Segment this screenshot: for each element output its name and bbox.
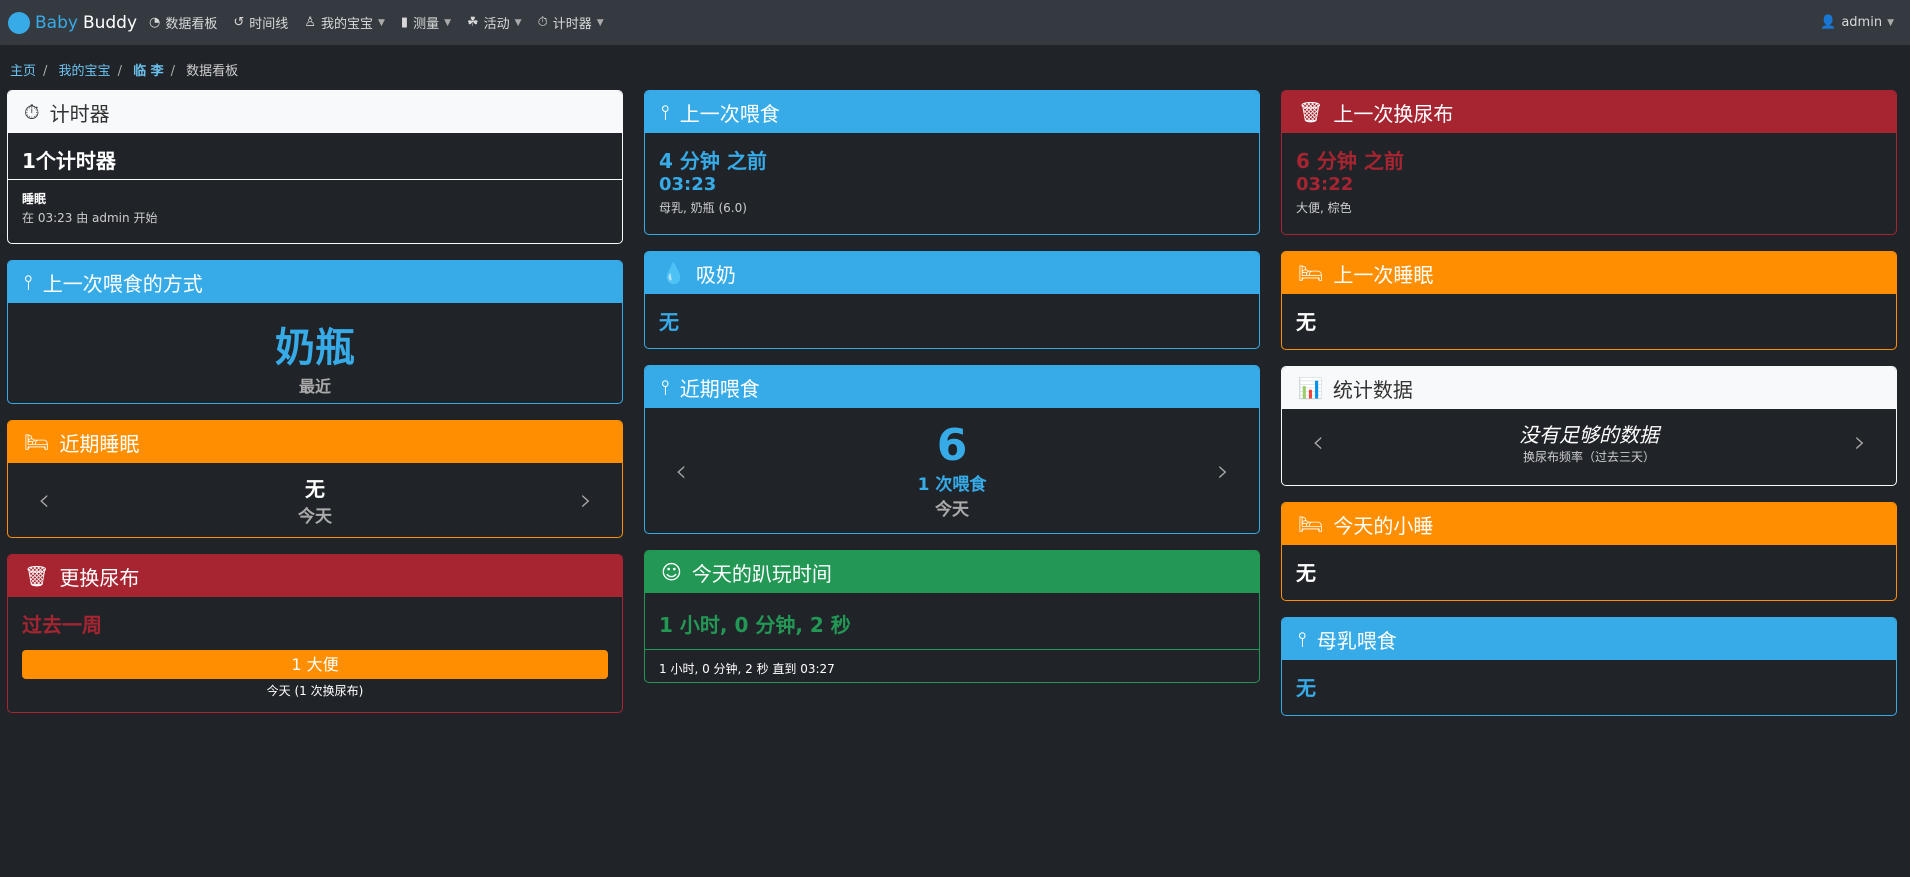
spoon-icon: ⫯	[661, 100, 670, 124]
card-today-naps: 🛏 今天的小睡 无	[1281, 502, 1897, 601]
timer-item[interactable]: 睡眠在 03:23 由 admin 开始	[8, 179, 622, 236]
next-arrow-icon[interactable]: ›	[1854, 425, 1866, 460]
prev-arrow-icon[interactable]: ‹	[38, 483, 50, 518]
caret-down-icon: ▼	[596, 17, 604, 28]
caret-down-icon: ▼	[444, 17, 451, 28]
card-header[interactable]: ⏱ 计时器	[8, 91, 622, 133]
card-recent-feedings: ⫯ 近期喂食 ‹ 6 1 次喂食 今天 ›	[644, 365, 1260, 534]
card-header[interactable]: 🛏 今天的小睡	[1282, 503, 1896, 545]
card-header[interactable]: 🛏 近期睡眠	[8, 421, 622, 463]
trash-icon: 🗑	[24, 564, 50, 588]
activities-icon: ☘	[467, 15, 479, 30]
timer-icon: ⏱	[537, 15, 548, 30]
bed-icon: 🛏	[24, 430, 50, 454]
droplet-icon: 💧	[661, 261, 686, 285]
card-header[interactable]: 🛏 上一次睡眠	[1282, 252, 1896, 294]
card-header[interactable]: ☺ 今天的趴玩时间	[645, 551, 1259, 593]
user-menu[interactable]: 👤 admin ▼	[1820, 15, 1894, 30]
caret-down-icon: ▼	[1887, 17, 1894, 28]
brand-link[interactable]: Baby Buddy	[8, 11, 137, 34]
spoon-icon: ⫯	[661, 375, 670, 399]
card-header[interactable]: ⫯ 近期喂食	[645, 366, 1259, 408]
next-arrow-icon[interactable]: ›	[580, 483, 592, 518]
clipboard-icon: ▮	[400, 15, 409, 30]
caret-down-icon: ▼	[514, 17, 522, 28]
navbar: Baby Buddy ◔ 数据看板 ↺ 时间线 ♙ 我的宝宝 ▼ ▮ 测量 ▼ ☘ 活动 ▼ ⏱ 计…	[0, 0, 1910, 45]
card-last-sleep: 🛏 上一次睡眠 无	[1281, 251, 1897, 350]
card-diaper-changes: 🗑 更换尿布 过去一周 1 大便 今天 (1 次换尿布)	[7, 554, 623, 713]
card-header[interactable]: 💧 吸奶	[645, 252, 1259, 294]
nav-measurements[interactable]: ▮ 测量 ▼	[401, 13, 451, 32]
dashboard-icon: ◔	[149, 15, 161, 30]
prev-arrow-icon[interactable]: ‹	[1312, 425, 1324, 460]
prev-arrow-icon[interactable]: ‹	[675, 454, 687, 489]
card-header[interactable]: ⫯ 上一次喂食的方式	[8, 261, 622, 303]
card-recent-sleep: 🛏 近期睡眠 ‹ 无今天 ›	[7, 420, 623, 538]
card-tummy-time: ☺ 今天的趴玩时间 1 小时, 0 分钟, 2 秒 1 小时, 0 分钟, 2 秒…	[644, 550, 1260, 683]
next-arrow-icon[interactable]: ›	[1217, 454, 1229, 489]
card-header[interactable]: ⫯ 母乳喂食	[1282, 618, 1896, 660]
card-header[interactable]: 🗑 上一次换尿布	[1282, 91, 1896, 133]
breadcrumb: 主页 / 我的宝宝 / 临 李 / 数据看板	[10, 64, 239, 79]
breadcrumb-current: 数据看板	[186, 64, 239, 79]
bar-chart-icon: 📊	[1298, 376, 1323, 400]
breadcrumb-home[interactable]: 主页	[10, 64, 36, 79]
card-header[interactable]: 🗑 更换尿布	[8, 555, 622, 597]
card-header[interactable]: ⫯ 上一次喂食	[645, 91, 1259, 133]
nav-timers[interactable]: ⏱ 计时器 ▼	[538, 13, 604, 32]
nav-activities[interactable]: ☘ 活动 ▼	[467, 13, 522, 32]
card-pumping: 💧 吸奶 无	[644, 251, 1260, 349]
card-timers: ⏱ 计时器 1个计时器 睡眠在 03:23 由 admin 开始	[7, 90, 623, 244]
nav-children[interactable]: ♙ 我的宝宝 ▼	[304, 13, 385, 32]
user-icon: 👤	[1820, 15, 1837, 30]
nav-timeline[interactable]: ↺ 时间线	[233, 13, 288, 32]
nav-dashboard[interactable]: ◔ 数据看板	[149, 13, 217, 32]
diaper-progress-bar: 1 大便	[22, 650, 608, 679]
card-last-feeding: ⫯ 上一次喂食 4 分钟 之前 03:23 母乳, 奶瓶 (6.0)	[644, 90, 1260, 235]
caret-down-icon: ▼	[377, 17, 385, 28]
card-last-diaper-change: 🗑 上一次换尿布 6 分钟 之前 03:22 大便, 棕色	[1281, 90, 1897, 235]
timer-icon: ⏱	[24, 100, 40, 124]
trash-icon: 🗑	[1298, 100, 1324, 124]
breadcrumb-child[interactable]: 临 李	[133, 64, 164, 79]
spoon-icon: ⫯	[24, 270, 33, 294]
card-breastfeeding: ⫯ 母乳喂食 无	[1281, 617, 1897, 716]
card-header[interactable]: 📊 统计数据	[1282, 367, 1896, 409]
history-icon: ↺	[233, 15, 245, 30]
spoon-icon: ⫯	[1298, 627, 1307, 651]
card-statistics: 📊 统计数据 ‹ 没有足够的数据 换尿布频率（过去三天） ›	[1281, 366, 1897, 486]
baby-logo-icon	[8, 11, 30, 34]
card-last-feeding-method: ⫯ 上一次喂食的方式 奶瓶 最近	[7, 260, 623, 404]
baby-icon: ♙	[304, 15, 316, 30]
breadcrumb-children[interactable]: 我的宝宝	[59, 64, 111, 79]
smile-icon: ☺	[661, 560, 682, 584]
bed-icon: 🛏	[1298, 261, 1324, 285]
bed-icon: 🛏	[1298, 512, 1324, 536]
